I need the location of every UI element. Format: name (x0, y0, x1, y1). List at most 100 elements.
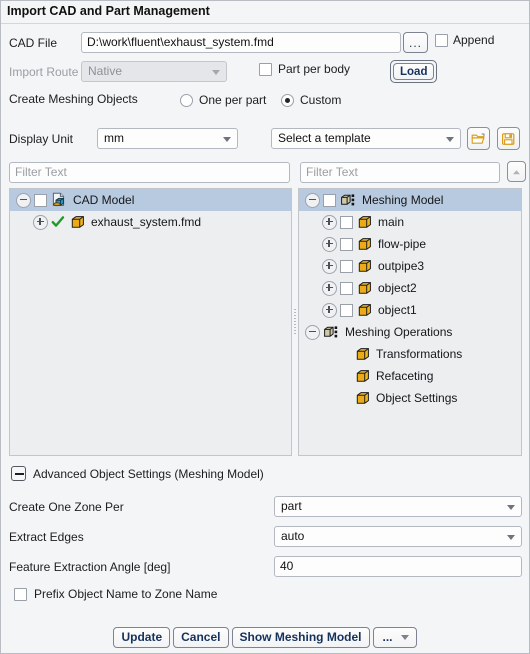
feature-angle-input[interactable]: 40 (274, 556, 522, 577)
append-label: Append (453, 33, 495, 47)
one-per-part-radio[interactable] (180, 93, 193, 107)
cad-model-tree[interactable]: CAD Model exhaust_system.fmd (9, 188, 292, 456)
chevron-down-icon (223, 136, 231, 142)
tree-node[interactable]: exhaust_system.fmd (10, 211, 291, 233)
left-filter-input[interactable]: Filter Text (9, 162, 290, 183)
expand-node-icon[interactable] (322, 302, 337, 318)
cad-model-tree-body: CAD Model exhaust_system.fmd (10, 189, 291, 233)
display-unit-label: Display Unit (9, 131, 74, 146)
cad-file-browse-button[interactable]: ... (403, 32, 429, 53)
radio-one-per-part[interactable]: One per part (180, 93, 266, 107)
yellow-cube-icon (71, 215, 84, 228)
part-per-body-row[interactable]: Part per body (259, 62, 350, 76)
display-unit-combo[interactable]: mm (97, 128, 238, 149)
collapse-node-icon[interactable] (305, 324, 320, 340)
chevron-down-icon (507, 504, 515, 510)
import-route-value: Native (88, 64, 123, 78)
template-combo[interactable]: Select a template (271, 128, 461, 149)
tree-node-label: outpipe3 (378, 259, 425, 273)
collapse-section-icon[interactable] (11, 466, 26, 481)
tree-node[interactable]: main (299, 211, 521, 233)
browse-ellipsis-label: ... (403, 32, 429, 53)
import-route-combo[interactable]: Native (81, 61, 227, 82)
open-folder-icon (467, 127, 490, 150)
import-route-row: Import Route Native (9, 61, 227, 82)
cad-file-row: CAD File D:\work\fluent\exhaust_system.f… (9, 32, 401, 53)
meshing-model-tree[interactable]: Meshing Model main flow-pipe outpipe3 object… (298, 188, 522, 456)
collapse-node-icon[interactable] (16, 192, 31, 208)
advanced-section-title: Advanced Object Settings (Meshing Model) (33, 466, 264, 481)
tree-node-label: Meshing Model (362, 193, 444, 207)
more-options-label: ... (382, 630, 393, 644)
template-open-button[interactable] (467, 127, 490, 150)
display-unit-row: Display Unit mm (9, 128, 238, 149)
expand-node-icon[interactable] (322, 280, 337, 296)
custom-radio[interactable] (281, 93, 294, 107)
node-checkbox[interactable] (340, 259, 353, 273)
extract-edges-combo[interactable]: auto (274, 526, 522, 547)
extract-edges-value: auto (281, 529, 305, 543)
tree-node[interactable]: flow-pipe (299, 233, 521, 255)
create-one-zone-per-combo[interactable]: part (274, 496, 522, 517)
expand-node-icon[interactable] (33, 214, 48, 230)
right-filter-row: Filter Text (300, 162, 500, 183)
show-meshing-model-button[interactable]: Show Meshing Model (231, 626, 370, 648)
tree-node[interactable]: object1 (299, 299, 521, 321)
tree-node-label: main (378, 215, 405, 229)
node-checkbox[interactable] (340, 215, 353, 229)
more-options-button[interactable]: ... (372, 626, 417, 648)
prefix-object-name-checkbox[interactable] (14, 587, 27, 601)
node-checkbox[interactable] (340, 281, 353, 295)
load-button-focus-ring: Load (390, 60, 438, 83)
tree-node-label: object2 (378, 281, 417, 295)
yellow-cube-icon (358, 237, 371, 250)
node-checkbox[interactable] (340, 237, 353, 251)
advanced-section-header[interactable]: Advanced Object Settings (Meshing Model) (11, 466, 264, 481)
collapse-node-icon[interactable] (305, 192, 320, 208)
expand-node-icon[interactable] (322, 258, 337, 274)
cad-file-input[interactable]: D:\work\fluent\exhaust_system.fmd (81, 32, 401, 53)
prefix-object-name-row[interactable]: Prefix Object Name to Zone Name (14, 587, 217, 601)
save-disk-icon (497, 127, 520, 150)
extract-edges-label: Extract Edges (9, 529, 84, 544)
yellow-cube-icon (356, 369, 369, 382)
one-per-part-label: One per part (199, 93, 267, 107)
display-unit-value: mm (104, 131, 124, 145)
create-meshing-objects-label: Create Meshing Objects (9, 92, 138, 106)
yellow-cube-icon (358, 281, 371, 294)
append-checkbox-row[interactable]: Append (435, 33, 494, 47)
tree-node[interactable]: CAD Model (10, 189, 291, 211)
tree-node[interactable]: Object Settings (299, 387, 521, 409)
template-save-button[interactable] (497, 127, 520, 150)
append-checkbox[interactable] (435, 33, 448, 47)
update-button[interactable]: Update (113, 626, 171, 648)
part-per-body-label: Part per body (278, 62, 351, 76)
yellow-cube-icon (358, 215, 371, 228)
tree-node[interactable]: object2 (299, 277, 521, 299)
radio-custom[interactable]: Custom (281, 93, 341, 107)
meshing-model-icon (324, 325, 338, 337)
tree-node[interactable]: outpipe3 (299, 255, 521, 277)
tree-node[interactable]: Refaceting (299, 365, 521, 387)
collapse-tree-button[interactable] (507, 161, 526, 182)
tree-node[interactable]: Transformations (299, 343, 521, 365)
expand-node-icon[interactable] (322, 236, 337, 252)
right-filter-input[interactable]: Filter Text (300, 162, 500, 183)
node-checkbox[interactable] (34, 193, 47, 207)
load-button[interactable]: Load (390, 60, 438, 83)
status-ok-check-icon (51, 216, 65, 227)
node-checkbox[interactable] (340, 303, 353, 317)
left-filter-row: Filter Text (9, 162, 290, 183)
tree-node[interactable]: Meshing Operations (299, 321, 521, 343)
node-checkbox[interactable] (323, 193, 336, 207)
template-row: Select a template (271, 128, 461, 149)
tree-node[interactable]: Meshing Model (299, 189, 521, 211)
load-button-label: Load (393, 63, 435, 80)
feature-angle-label: Feature Extraction Angle [deg] (9, 559, 171, 574)
extract-edges-row: Extract Edges auto (9, 526, 522, 547)
expand-node-icon[interactable] (322, 214, 337, 230)
chevron-down-icon (507, 534, 515, 540)
cancel-button[interactable]: Cancel (173, 626, 229, 648)
footer-button-bar: Update Cancel Show Meshing Model ... (1, 621, 529, 653)
part-per-body-checkbox[interactable] (259, 62, 272, 76)
